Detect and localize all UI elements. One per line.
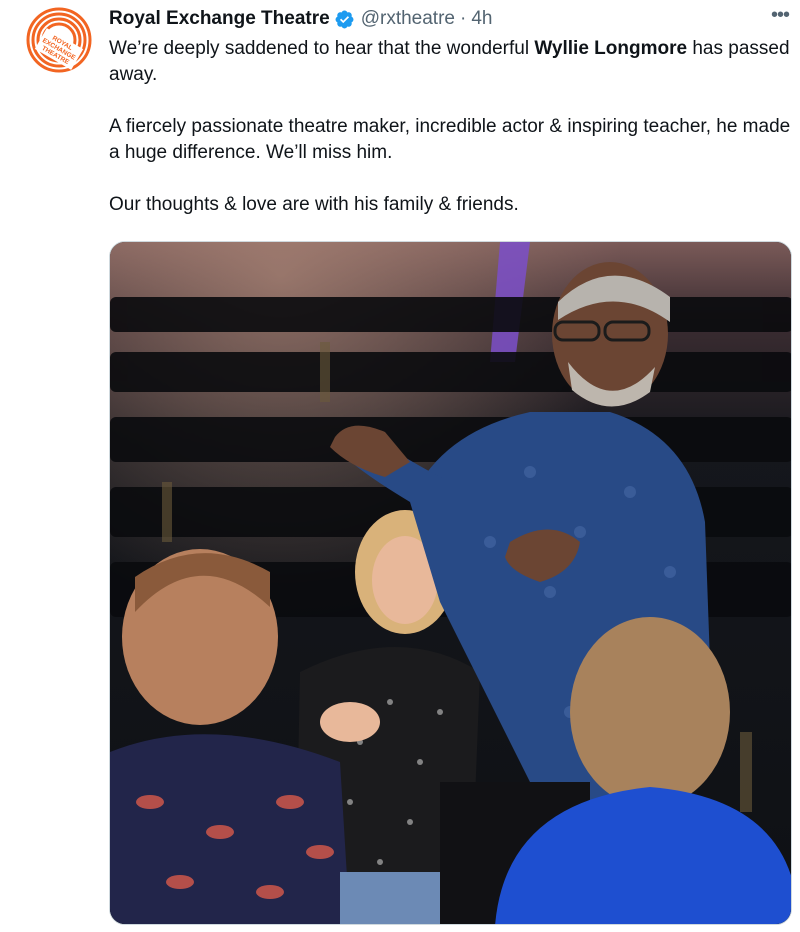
timestamp[interactable]: 4h xyxy=(471,8,492,30)
tweet-paragraph-3: Our thoughts & love are with his family … xyxy=(109,194,519,215)
tweet-header: Royal Exchange Theatre @rxtheatre · 4h xyxy=(109,6,492,32)
photo-of-man-speaking-to-seated-group xyxy=(110,242,791,924)
tweet[interactable]: ROYAL EXCHANGE THEATRE Royal Exchange Th… xyxy=(0,0,800,932)
tweet-photo[interactable] xyxy=(109,241,792,925)
more-options-icon[interactable]: ••• xyxy=(767,5,793,30)
author-name[interactable]: Royal Exchange Theatre xyxy=(109,8,330,30)
tweet-text: We’re deeply saddened to hear that the w… xyxy=(109,36,791,218)
royal-exchange-logo-icon: ROYAL EXCHANGE THEATRE xyxy=(26,7,92,73)
verified-badge-icon xyxy=(335,10,354,28)
avatar[interactable]: ROYAL EXCHANGE THEATRE xyxy=(26,7,92,73)
text-p1-prefix: We’re deeply saddened to hear that the w… xyxy=(109,38,535,59)
tweet-paragraph-1: We’re deeply saddened to hear that the w… xyxy=(109,36,791,88)
tweet-paragraph-2: A fiercely passionate theatre maker, inc… xyxy=(109,116,791,163)
author-handle[interactable]: @rxtheatre xyxy=(361,8,455,30)
text-p1-bold: Wyllie Longmore xyxy=(534,38,688,59)
separator-dot: · xyxy=(459,8,467,29)
